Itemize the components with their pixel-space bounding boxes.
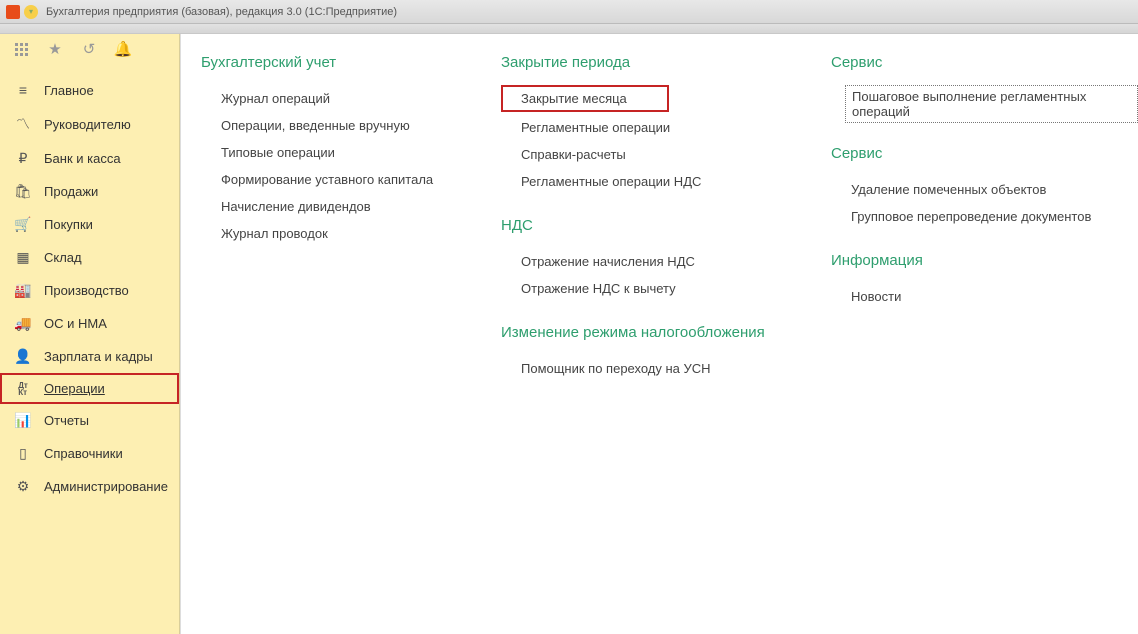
window-title: Бухгалтерия предприятия (базовая), редак…: [46, 6, 397, 18]
sidebar-item-label: Отчеты: [44, 413, 89, 428]
app-icon: [6, 5, 20, 19]
star-icon[interactable]: ★: [46, 40, 64, 58]
col-accounting: Бухгалтерский учет Журнал операций Опера…: [201, 54, 441, 382]
link-delete-marked[interactable]: Удаление помеченных объектов: [831, 176, 1138, 203]
cart-icon: 🛒: [14, 216, 32, 233]
sidebar-item-purchases[interactable]: 🛒 Покупки: [0, 208, 179, 241]
boxes-icon: ▦: [14, 249, 32, 266]
sidebar-item-manager[interactable]: 〽 Руководителю: [0, 106, 179, 142]
ruble-icon: ₽: [14, 150, 32, 167]
link-journal-operations[interactable]: Журнал операций: [201, 85, 441, 112]
sidebar-item-label: Склад: [44, 250, 82, 265]
link-vat-deduct[interactable]: Отражение НДС к вычету: [501, 275, 771, 302]
toolstrip: [0, 24, 1138, 34]
link-news[interactable]: Новости: [831, 283, 1138, 310]
sidebar-item-admin[interactable]: ⚙ Администрирование: [0, 470, 179, 503]
link-calc-refs[interactable]: Справки-расчеты: [501, 141, 771, 168]
sidebar-item-warehouse[interactable]: ▦ Склад: [0, 241, 179, 274]
sidebar-item-bank[interactable]: ₽ Банк и касса: [0, 142, 179, 175]
chart-icon: 〽: [14, 114, 32, 134]
sidebar-item-reports[interactable]: 📊 Отчеты: [0, 404, 179, 437]
bag-icon: 🛍: [14, 183, 32, 200]
dtkt-icon: ДтКт: [14, 382, 32, 396]
sidebar-item-label: Администрирование: [44, 479, 168, 494]
section-heading: Сервис: [831, 145, 1138, 162]
book-icon: ▯: [14, 445, 32, 462]
menu-icon: ≡: [14, 82, 32, 98]
link-reglament-ops[interactable]: Регламентные операции: [501, 114, 771, 141]
sidebar-item-label: Операции: [44, 381, 105, 396]
sidebar-item-label: Продажи: [44, 184, 98, 199]
link-vat-accrual[interactable]: Отражение начисления НДС: [501, 248, 771, 275]
titlebar: ▾ Бухгалтерия предприятия (базовая), ред…: [0, 0, 1138, 24]
link-month-close[interactable]: Закрытие месяца: [501, 85, 669, 112]
person-icon: 👤: [14, 348, 32, 365]
sidebar-item-catalogs[interactable]: ▯ Справочники: [0, 437, 179, 470]
link-journal-entries[interactable]: Журнал проводок: [201, 220, 441, 247]
link-typical-operations[interactable]: Типовые операции: [201, 139, 441, 166]
main-content: Бухгалтерский учет Журнал операций Опера…: [180, 34, 1138, 634]
sidebar-item-label: Руководителю: [44, 117, 131, 132]
link-reglament-vat[interactable]: Регламентные операции НДС: [501, 168, 771, 195]
apps-icon[interactable]: [12, 40, 30, 58]
section-heading: Информация: [831, 252, 1138, 269]
sidebar-item-sales[interactable]: 🛍 Продажи: [0, 175, 179, 208]
sidebar-item-production[interactable]: 🏭 Производство: [0, 274, 179, 307]
sidebar-item-assets[interactable]: 🚚 ОС и НМА: [0, 307, 179, 340]
sidebar-item-operations[interactable]: ДтКт Операции: [0, 373, 179, 404]
dropdown-icon[interactable]: ▾: [24, 5, 38, 19]
link-stepwise-ops[interactable]: Пошаговое выполнение регламентных операц…: [845, 85, 1138, 123]
col-period-close: Закрытие периода Закрытие месяца Регламе…: [501, 54, 771, 382]
section-heading: Изменение режима налогообложения: [501, 324, 771, 341]
section-heading: Сервис: [831, 54, 1138, 71]
sidebar-item-main[interactable]: ≡ Главное: [0, 74, 179, 106]
factory-icon: 🏭: [14, 282, 32, 299]
section-heading: Бухгалтерский учет: [201, 54, 441, 71]
link-manual-operations[interactable]: Операции, введенные вручную: [201, 112, 441, 139]
sidebar: ★ ↺ 🔔 ≡ Главное 〽 Руководителю ₽ Банк и …: [0, 34, 180, 634]
link-capital-formation[interactable]: Формирование уставного капитала: [201, 166, 441, 193]
nav: ≡ Главное 〽 Руководителю ₽ Банк и касса …: [0, 64, 179, 503]
sidebar-item-label: Производство: [44, 283, 129, 298]
col-service: Сервис Пошаговое выполнение регламентных…: [831, 54, 1138, 382]
history-icon[interactable]: ↺: [80, 40, 98, 58]
section-heading: НДС: [501, 217, 771, 234]
gear-icon: ⚙: [14, 478, 32, 495]
sidebar-item-label: Покупки: [44, 217, 93, 232]
sidebar-item-label: Справочники: [44, 446, 123, 461]
sidebar-item-label: ОС и НМА: [44, 316, 107, 331]
truck-icon: 🚚: [14, 315, 32, 332]
sidebar-toolbar: ★ ↺ 🔔: [0, 34, 179, 64]
sidebar-item-label: Зарплата и кадры: [44, 349, 153, 364]
sidebar-item-payroll[interactable]: 👤 Зарплата и кадры: [0, 340, 179, 373]
section-heading: Закрытие периода: [501, 54, 771, 71]
link-usn-helper[interactable]: Помощник по переходу на УСН: [501, 355, 771, 382]
sidebar-item-label: Банк и касса: [44, 151, 121, 166]
link-group-repost[interactable]: Групповое перепроведение документов: [831, 203, 1138, 230]
sidebar-item-label: Главное: [44, 83, 94, 98]
bell-icon[interactable]: 🔔: [114, 40, 132, 58]
link-dividends[interactable]: Начисление дивидендов: [201, 193, 441, 220]
stats-icon: 📊: [14, 412, 32, 429]
